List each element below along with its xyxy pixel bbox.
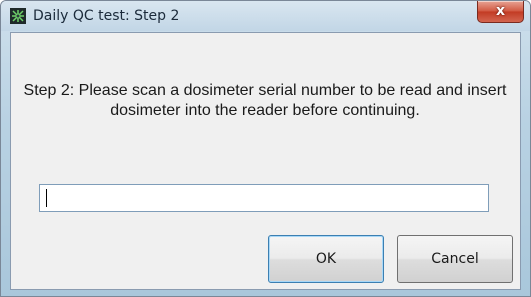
close-icon[interactable]: x: [478, 2, 523, 21]
dialog-window: Daily QC test: Step 2 x Step 2: Please s…: [0, 0, 531, 297]
dialog-body: Step 2: Please scan a dosimeter serial n…: [10, 32, 521, 290]
close-button[interactable]: x: [477, 1, 524, 23]
app-icon: [10, 8, 26, 24]
instruction-text: Step 2: Please scan a dosimeter serial n…: [23, 82, 507, 119]
serial-number-input[interactable]: [39, 184, 489, 212]
text-caret: [46, 189, 47, 207]
title-bar[interactable]: Daily QC test: Step 2 x: [1, 1, 530, 31]
window-title: Daily QC test: Step 2: [33, 8, 180, 24]
ok-button[interactable]: OK: [268, 235, 384, 283]
cancel-button[interactable]: Cancel: [397, 235, 513, 283]
